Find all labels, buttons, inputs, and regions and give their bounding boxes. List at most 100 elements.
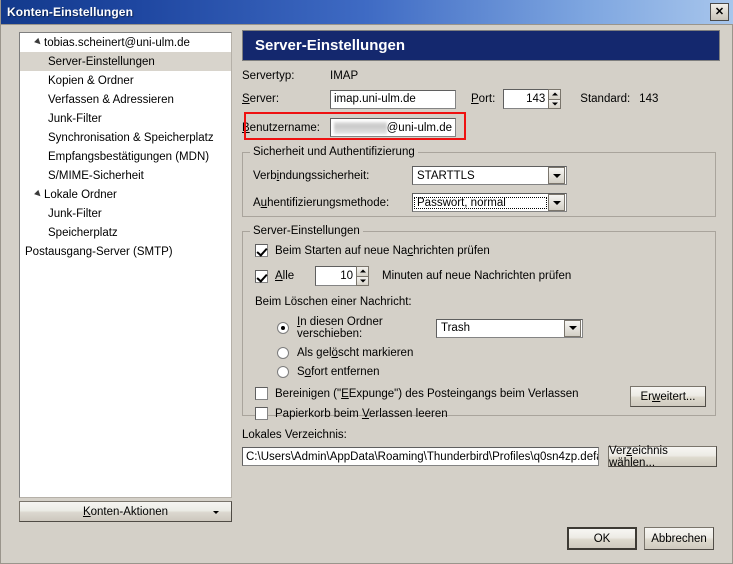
delete-option-move-radio[interactable] <box>277 322 289 334</box>
auth-method-value: Passwort, normal <box>414 196 547 209</box>
expunge-label: Bereinigen ("EExpunge") des Posteingangs… <box>275 387 579 400</box>
startup-label-rest: hrichten prüfen <box>413 244 490 257</box>
window-title: Konten-Einstellungen <box>7 5 133 19</box>
choose-directory-button[interactable]: Verzeichnis wählen... <box>608 444 717 469</box>
sidebar-item-2[interactable]: Kopien & Ordner <box>20 71 231 90</box>
server-options-group: Server-Einstellungen Beim Starten auf ne… <box>242 225 716 420</box>
account-actions-button[interactable]: Konten-Aktionen <box>19 501 232 522</box>
ok-button[interactable]: OK <box>567 527 637 550</box>
advanced-button[interactable]: Erweitert... <box>630 386 706 407</box>
accounts-tree[interactable]: tobias.scheinert@uni-ulm.de Server-Einste… <box>19 32 232 498</box>
connection-security-label: Verbindungssicherheit: <box>253 169 370 182</box>
advanced-button-label: Erweitert... <box>640 390 696 403</box>
check-interval-suffix-label: Minuten auf neue Nachrichten prüfen <box>382 270 572 282</box>
check-startup-row[interactable]: Beim Starten auf neue Nachrichten prüfen <box>255 244 715 257</box>
sidebar-item-9[interactable]: Junk-Filter <box>20 204 231 223</box>
sidebar-item-6[interactable]: Empfangsbestätigungen (MDN) <box>20 147 231 166</box>
trash-folder-value: Trash <box>441 322 470 334</box>
twisty-expanded-icon[interactable] <box>34 38 43 47</box>
interval-increment-icon[interactable] <box>356 266 369 276</box>
port-stepper-buttons[interactable] <box>548 89 562 109</box>
sidebar-item-label: Postausgang-Server (SMTP) <box>25 245 173 258</box>
chevron-down-icon[interactable] <box>548 194 565 211</box>
server-label: Server: <box>242 93 280 105</box>
auth-method-select[interactable]: Passwort, normal <box>412 193 567 212</box>
auth-method-label: Auhentifizierungsmethode: <box>253 196 390 209</box>
sidebar-item-5[interactable]: Synchronisation & Speicherplatz <box>20 128 231 147</box>
interval-prefix-rest: lle <box>282 270 295 282</box>
port-increment-icon[interactable] <box>548 89 562 99</box>
interval-input[interactable]: 10 <box>315 266 356 286</box>
delete-option-mark-row[interactable]: Als gelöscht markieren <box>277 347 715 359</box>
sidebar-item-label: Kopien & Ordner <box>48 74 134 87</box>
security-group-title: Sicherheit und Authentifizierung <box>250 146 418 158</box>
local-directory-input[interactable]: C:\Users\Admin\AppData\Roaming\Thunderbi… <box>242 447 599 466</box>
delete-option-mark-label: Als gelöscht markieren <box>297 347 414 359</box>
sidebar-item-label: Lokale Ordner <box>44 188 117 201</box>
sidebar-item-0[interactable]: tobias.scheinert@uni-ulm.de <box>20 33 231 52</box>
cancel-button[interactable]: Abbrechen <box>644 527 714 550</box>
sidebar-item-7[interactable]: S/MIME-Sicherheit <box>20 166 231 185</box>
servertype-value: IMAP <box>330 70 359 82</box>
username-row: Benutzername: @uni-ulm.de <box>242 118 720 137</box>
sidebar-item-10[interactable]: Speicherplatz <box>20 223 231 242</box>
sidebar-item-label: S/MIME-Sicherheit <box>48 169 144 182</box>
remove-label-rest: fort entfernen <box>311 366 380 378</box>
server-input[interactable]: imap.uni-ulm.de <box>330 89 456 109</box>
empty-trash-row[interactable]: Papierkorb beim Verlassen leeren <box>255 407 715 420</box>
interval-stepper[interactable]: 10 <box>315 266 369 286</box>
port-input[interactable]: 143 <box>503 89 549 109</box>
sidebar-item-4[interactable]: Junk-Filter <box>20 109 231 128</box>
standard-label: Standard: <box>580 93 631 105</box>
port-label-rest: ort: <box>478 93 496 105</box>
port-stepper[interactable]: 143 <box>503 89 562 109</box>
sidebar-item-label: Junk-Filter <box>48 112 102 125</box>
sidebar-item-label: Server-Einstellungen <box>48 55 155 68</box>
servertype-row: Servertyp: IMAP <box>242 70 720 82</box>
servertype-label: Servertyp: <box>242 70 295 82</box>
sidebar-item-8[interactable]: Lokale Ordner <box>20 185 231 204</box>
check-interval-checkbox[interactable] <box>255 269 268 283</box>
username-domain: @uni-ulm.de <box>386 121 452 134</box>
sidebar-item-1[interactable]: Server-Einstellungen <box>20 52 231 71</box>
username-input[interactable]: @uni-ulm.de <box>330 118 456 137</box>
delete-option-mark-radio[interactable] <box>277 347 289 359</box>
trash-folder-select[interactable]: Trash <box>436 318 583 338</box>
port-decrement-icon[interactable] <box>548 98 562 109</box>
choose-directory-label: Verzeichnis wählen... <box>609 444 668 469</box>
interval-decrement-icon[interactable] <box>356 275 369 286</box>
delete-option-move-row[interactable]: In diesen Ordner verschieben: Trash <box>277 316 715 340</box>
sidebar-item-label: Junk-Filter <box>48 207 102 220</box>
close-icon[interactable]: ✕ <box>710 3 729 21</box>
move-label-rest: n diesen Ordner verschieben: <box>297 316 383 340</box>
port-label: Port: <box>471 93 496 105</box>
account-actions-label: Konten-Aktionen <box>82 505 169 518</box>
expunge-label-rest: Expunge") des Posteingangs beim Verlasse… <box>348 387 579 400</box>
sidebar-item-3[interactable]: Verfassen & Adressieren <box>20 90 231 109</box>
delete-option-remove-row[interactable]: Sofort entfernen <box>277 366 715 378</box>
sidebar-item-11[interactable]: Postausgang-Server (SMTP) <box>20 242 231 261</box>
chevron-down-icon[interactable] <box>548 167 565 184</box>
connection-label-rest: ndungssicherheit: <box>279 169 370 182</box>
chevron-down-icon[interactable] <box>564 319 581 337</box>
expunge-checkbox[interactable] <box>255 387 268 400</box>
check-interval-row[interactable]: Alle 10 Minuten auf neue Nachrichten prü… <box>255 266 715 286</box>
empty-trash-checkbox[interactable] <box>255 407 268 420</box>
sidebar-item-label: Speicherplatz <box>48 226 118 239</box>
sidebar-item-label: tobias.scheinert@uni-ulm.de <box>44 36 190 49</box>
title-bar: Konten-Einstellungen ✕ <box>1 0 733 25</box>
check-startup-checkbox[interactable] <box>255 244 268 257</box>
sidebar-item-label: Synchronisation & Speicherplatz <box>48 131 214 144</box>
twisty-expanded-icon[interactable] <box>34 190 43 199</box>
account-actions-rest: onten-Aktionen <box>90 505 169 518</box>
panel-title: Server-Einstellungen <box>242 30 720 61</box>
mark-label-rest: scht markieren <box>337 347 414 359</box>
connection-security-select[interactable]: STARTTLS <box>412 166 567 185</box>
interval-stepper-buttons[interactable] <box>356 266 369 286</box>
server-label-rest: erver: <box>249 93 280 105</box>
local-directory-label: Lokales Verzeichnis: <box>242 429 347 441</box>
local-directory-row: C:\Users\Admin\AppData\Roaming\Thunderbi… <box>242 444 720 469</box>
server-settings-panel: Server-Einstellungen Servertyp: IMAP Ser… <box>242 30 720 469</box>
accounts-settings-window: Konten-Einstellungen ✕ tobias.scheinert@… <box>0 0 733 564</box>
delete-option-remove-radio[interactable] <box>277 366 289 378</box>
